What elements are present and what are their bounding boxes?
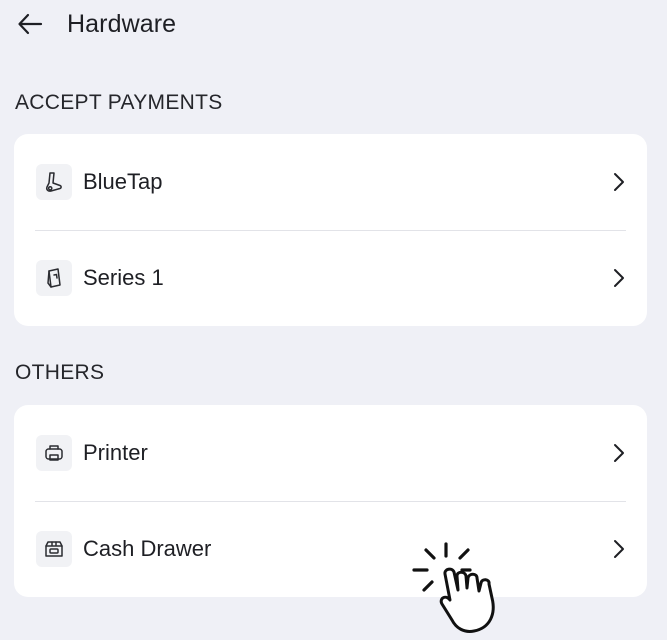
list-item-series-1[interactable]: Series 1 (14, 230, 647, 326)
arrow-left-icon (18, 13, 43, 35)
back-button[interactable] (14, 8, 46, 40)
list-item-bluetap[interactable]: BlueTap (14, 134, 647, 230)
list-item-label: Printer (83, 440, 148, 465)
chevron-right-icon (609, 268, 629, 288)
list-item-label: Cash Drawer (83, 536, 212, 561)
section-heading-accept-payments: ACCEPT PAYMENTS (15, 91, 223, 114)
list-item-printer[interactable]: Printer (14, 405, 647, 501)
list-item-cash-drawer[interactable]: Cash Drawer (14, 501, 647, 597)
list-item-label: Series 1 (83, 265, 164, 290)
section-heading-others: OTHERS (15, 361, 105, 384)
others-card: Printer Cash Drawer (14, 405, 647, 597)
chevron-right-icon (609, 172, 629, 192)
chevron-right-icon (609, 539, 629, 559)
list-item-label: BlueTap (83, 169, 163, 194)
card-reader-icon (36, 164, 72, 200)
cash-drawer-icon (36, 531, 72, 567)
terminal-icon (36, 260, 72, 296)
printer-icon (36, 435, 72, 471)
app-header: Hardware (0, 0, 667, 48)
chevron-right-icon (609, 443, 629, 463)
page-title: Hardware (67, 10, 177, 38)
accept-payments-card: BlueTap Series 1 (14, 134, 647, 326)
